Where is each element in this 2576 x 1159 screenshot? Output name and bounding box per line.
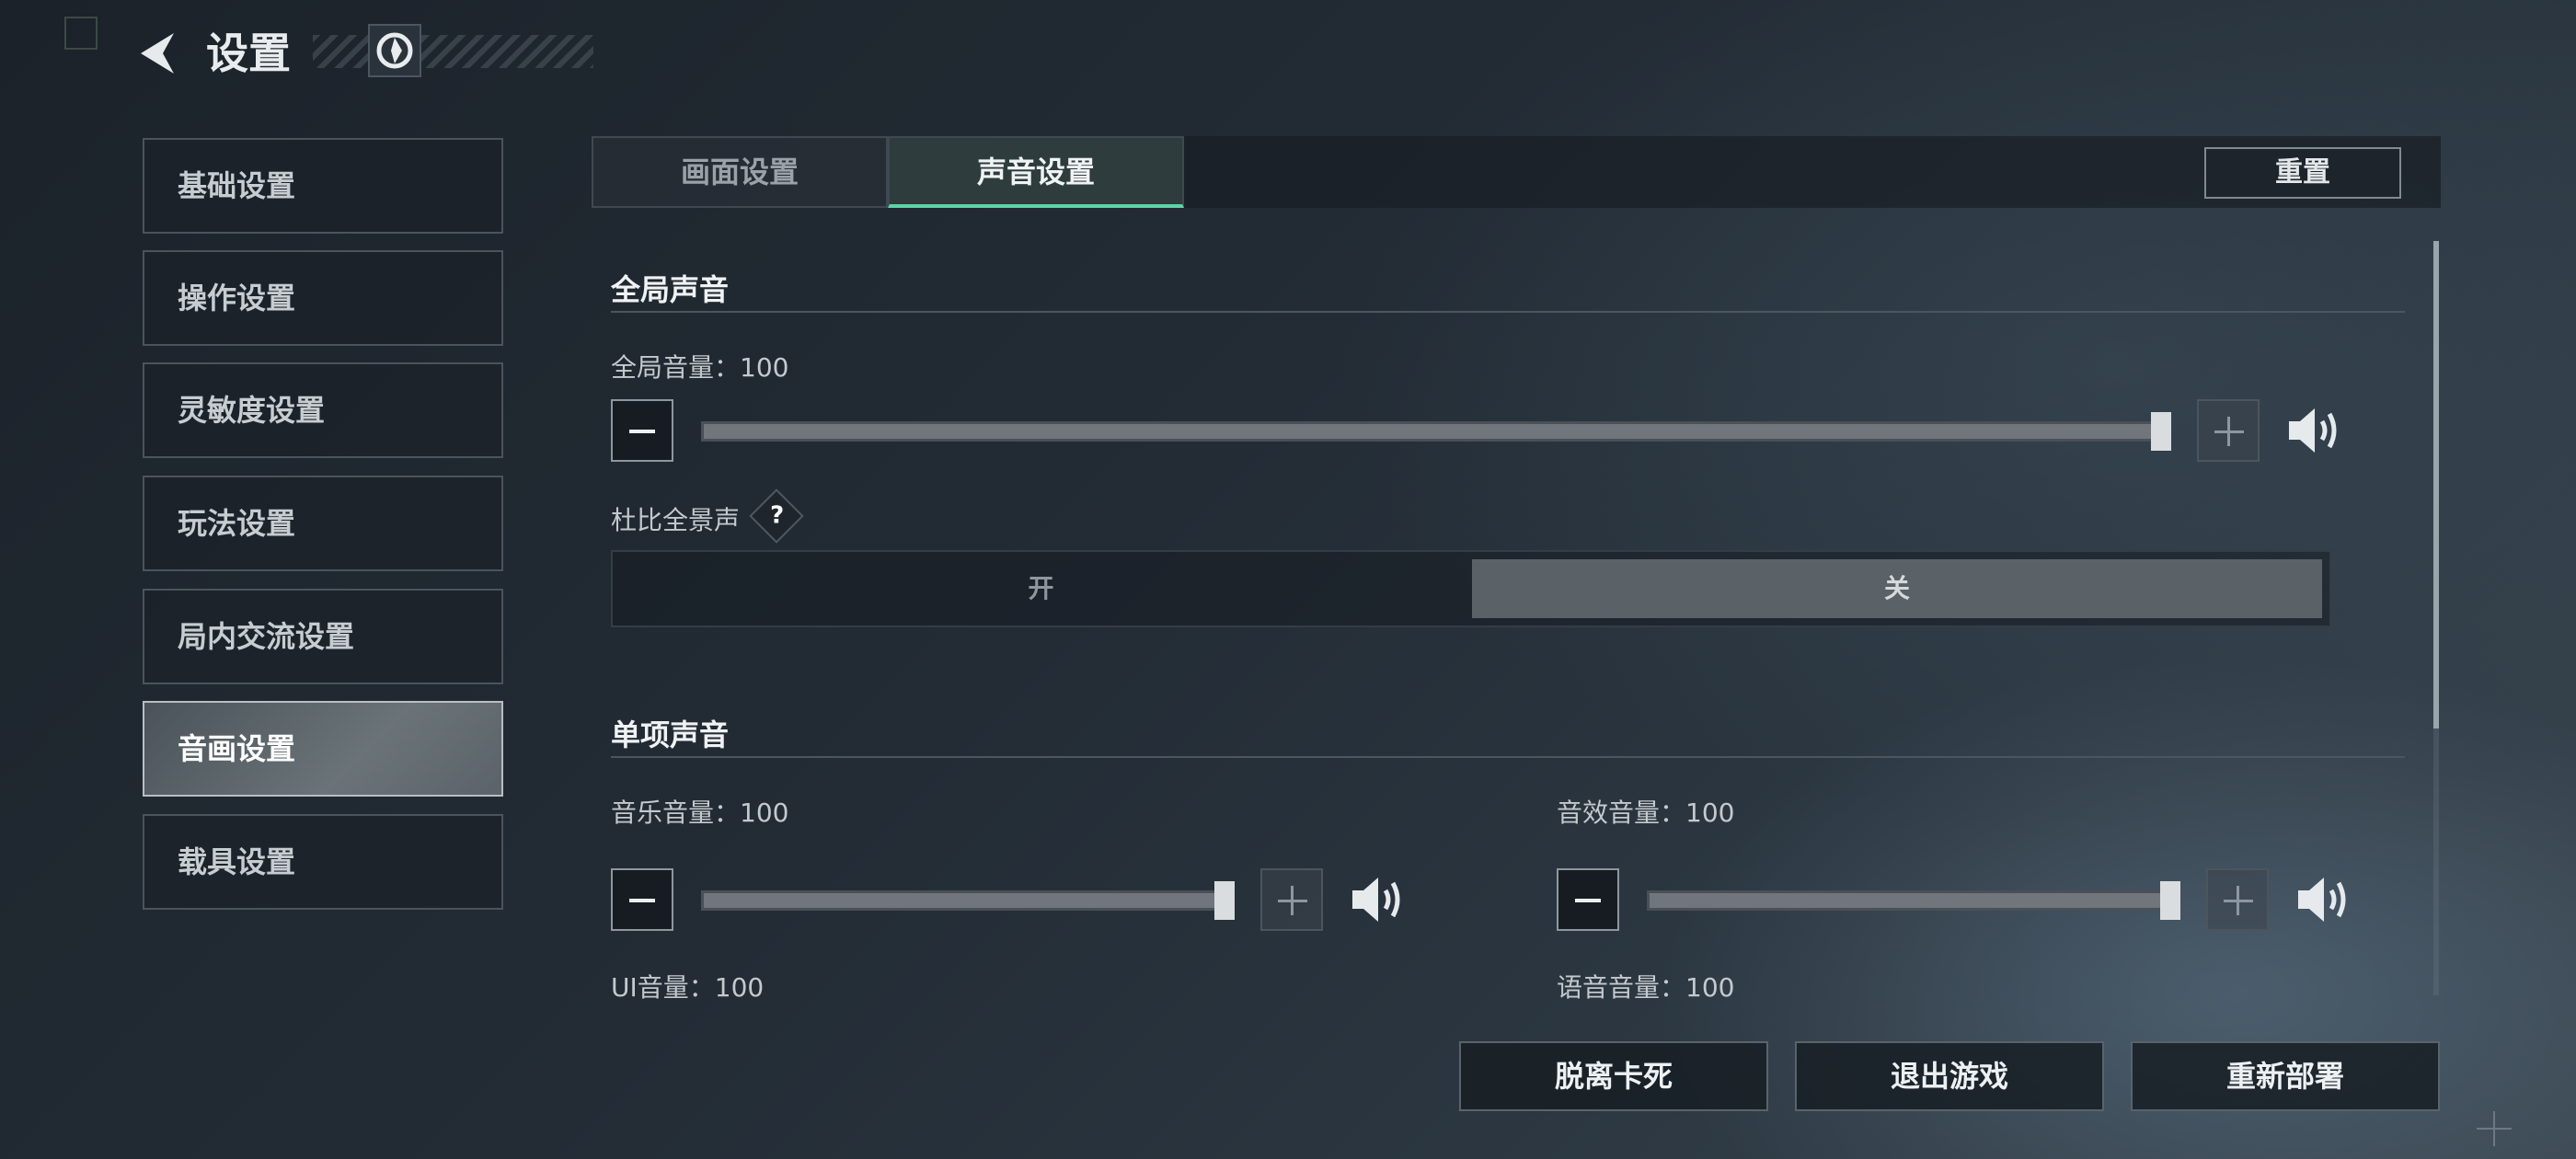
- sidebar-item-vehicle[interactable]: 载具设置: [143, 814, 503, 910]
- section-divider: [611, 756, 2405, 758]
- game-emblem-icon: [368, 24, 421, 77]
- scrollbar-thumb[interactable]: [2433, 241, 2439, 729]
- sfx-volume-label: 音效音量：100: [1557, 798, 1735, 828]
- minus-icon: [629, 430, 655, 433]
- section-title-individual-sound: 单项声音: [611, 717, 730, 752]
- sidebar-item-sensitivity[interactable]: 灵敏度设置: [143, 362, 503, 458]
- unstuck-button[interactable]: 脱离卡死: [1459, 1041, 1768, 1111]
- sfx-volume-speaker-icon[interactable]: [2294, 872, 2353, 927]
- sfx-volume-plus-button[interactable]: [2206, 868, 2269, 931]
- header-stripes-decoration: [313, 35, 593, 68]
- sidebar-item-ingame-comms[interactable]: 局内交流设置: [143, 589, 503, 684]
- master-volume-label: 全局音量：100: [611, 352, 789, 383]
- voice-volume-label: 语音音量：100: [1557, 972, 1735, 1003]
- master-volume-minus-button[interactable]: [611, 399, 673, 462]
- dolby-label: 杜比全景声: [611, 505, 741, 535]
- section-title-global-sound: 全局声音: [611, 272, 730, 307]
- dolby-off-option[interactable]: 关: [1472, 559, 2322, 618]
- music-volume-slider-track[interactable]: [701, 890, 1231, 911]
- master-volume-slider-track[interactable]: [701, 421, 2169, 442]
- sfx-volume-slider-track[interactable]: [1647, 890, 2177, 911]
- back-arrow-icon[interactable]: [133, 28, 179, 79]
- master-volume-slider-thumb[interactable]: [2151, 412, 2171, 451]
- minus-icon: [629, 899, 655, 902]
- music-volume-minus-button[interactable]: [611, 868, 673, 931]
- tab-picture-settings[interactable]: 画面设置: [592, 136, 888, 208]
- page-title: 设置: [206, 29, 291, 78]
- help-question-mark: ?: [770, 501, 785, 530]
- sfx-volume-minus-button[interactable]: [1557, 868, 1619, 931]
- crosshair-decoration-icon: [2477, 1111, 2512, 1146]
- ui-volume-label: UI音量：100: [611, 972, 765, 1003]
- music-volume-speaker-icon[interactable]: [1349, 872, 1408, 927]
- sidebar-item-gameplay[interactable]: 玩法设置: [143, 476, 503, 571]
- dolby-help-icon[interactable]: ?: [749, 488, 804, 544]
- music-volume-slider-thumb[interactable]: [1214, 881, 1235, 920]
- reset-button[interactable]: 重置: [2204, 147, 2401, 199]
- master-volume-plus-button[interactable]: [2197, 399, 2260, 462]
- sidebar-item-audio-video[interactable]: 音画设置: [143, 701, 503, 797]
- music-volume-label: 音乐音量：100: [611, 798, 789, 828]
- sidebar-item-controls[interactable]: 操作设置: [143, 250, 503, 346]
- section-divider: [611, 311, 2405, 313]
- tab-sound-settings[interactable]: 声音设置: [888, 136, 1184, 208]
- corner-frame-decoration: [64, 17, 98, 50]
- dolby-on-option[interactable]: 开: [611, 550, 1471, 627]
- exit-game-button[interactable]: 退出游戏: [1795, 1041, 2104, 1111]
- music-volume-plus-button[interactable]: [1260, 868, 1323, 931]
- minus-icon: [1575, 899, 1601, 902]
- sidebar-item-basic[interactable]: 基础设置: [143, 138, 503, 234]
- redeploy-button[interactable]: 重新部署: [2131, 1041, 2440, 1111]
- master-volume-speaker-icon[interactable]: [2285, 403, 2344, 458]
- sfx-volume-slider-thumb[interactable]: [2160, 881, 2180, 920]
